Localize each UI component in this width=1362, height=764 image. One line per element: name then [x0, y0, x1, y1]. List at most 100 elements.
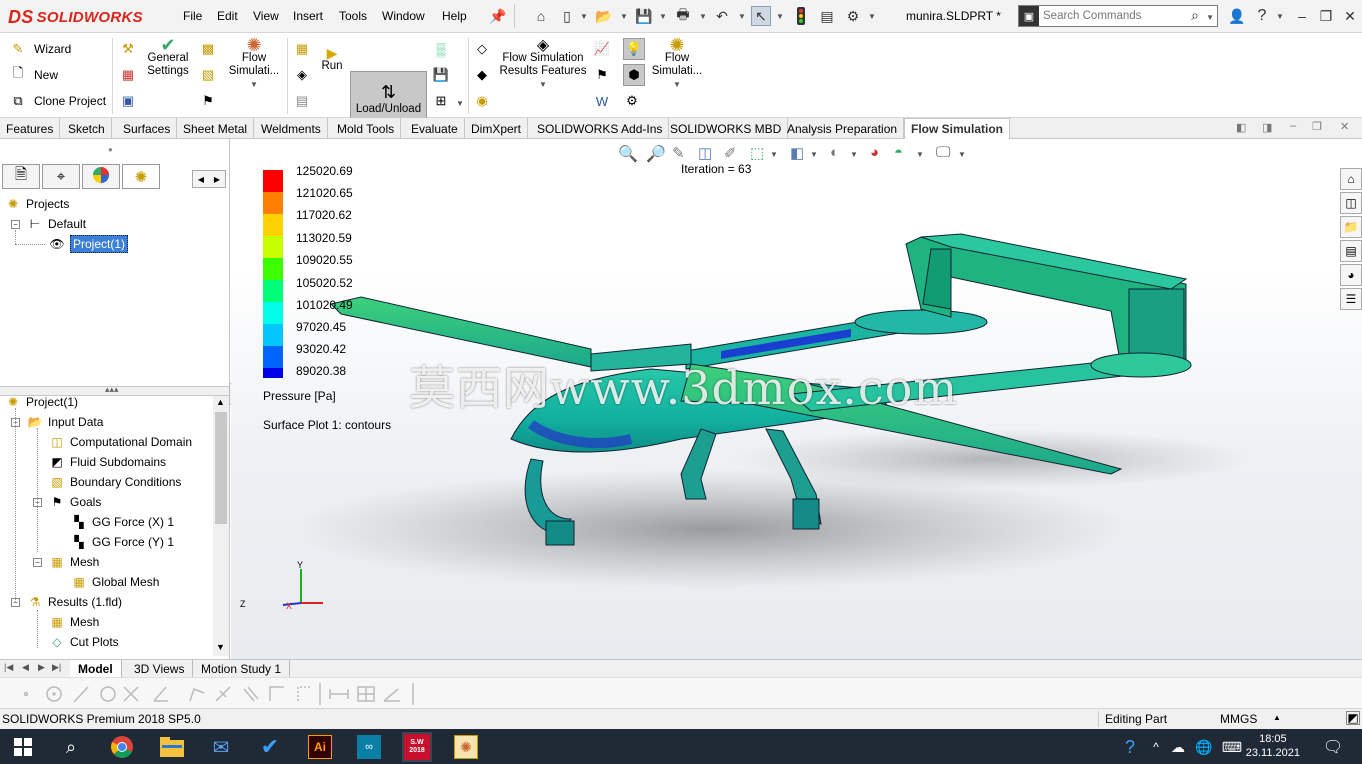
tab-flow-simulation[interactable]: Flow Simulation	[904, 118, 1010, 139]
featuremanager-tab[interactable]: 🗎	[2, 164, 40, 189]
unit-system[interactable]: MMGS	[1220, 712, 1257, 726]
tree-mesh[interactable]: ▦ Mesh	[49, 552, 99, 572]
doc-minimize-icon[interactable]: –	[1290, 120, 1296, 132]
tab-model[interactable]: Model	[70, 660, 122, 677]
mail-icon[interactable]: ✉	[206, 732, 236, 762]
menu-window[interactable]: Window	[382, 9, 425, 23]
clone-project-button[interactable]: ⧉ Clone Project	[10, 90, 106, 112]
previous-view-icon[interactable]: ✎	[672, 144, 685, 162]
general-settings-button[interactable]: ✔ General Settings	[143, 36, 193, 78]
scroll-left-icon[interactable]: ◀	[198, 175, 204, 184]
tab-surfaces[interactable]: Surfaces	[117, 118, 178, 139]
report-icon[interactable]: W	[593, 92, 611, 110]
select-cursor-icon[interactable]: ↖	[751, 6, 771, 26]
scroll-right-icon[interactable]: ▶	[214, 175, 220, 184]
goal-flag-icon[interactable]: ⚑	[199, 92, 217, 110]
file-properties-icon[interactable]: ▤	[817, 6, 837, 26]
user-icon[interactable]: 👤	[1227, 6, 1247, 26]
tab-last-icon[interactable]: ▶|	[52, 662, 61, 673]
minimize-icon[interactable]: –	[1292, 6, 1312, 26]
lightbulb-icon[interactable]: 💡	[623, 38, 645, 60]
doc-restore-icon[interactable]: ❐	[1312, 120, 1322, 133]
windows-start-icon[interactable]	[8, 732, 38, 762]
flow-simulation-menu-button[interactable]: ✺ Flow Simulati... ▼	[226, 36, 282, 91]
zoom-to-fit-icon[interactable]: 🔍	[618, 144, 638, 164]
file-explorer-icon[interactable]: 📁	[1340, 216, 1362, 238]
appearances-icon[interactable]: ◕	[1340, 264, 1362, 286]
tools-icon[interactable]: ⚒	[119, 40, 137, 58]
pane-right-icon[interactable]: ◨	[1262, 121, 1272, 134]
tab-solidworks-add-ins[interactable]: SOLIDWORKS Add-Ins	[531, 118, 670, 139]
display-cube-icon[interactable]: ⬢	[623, 64, 645, 86]
tab-first-icon[interactable]: |◀	[4, 662, 13, 673]
default-config[interactable]: ⊢ Default	[27, 214, 86, 234]
component-icon[interactable]: ⚙	[623, 92, 641, 110]
new-project-button[interactable]: 🗋 New	[10, 64, 58, 86]
tree-gg-force-x[interactable]: ▚ GG Force (X) 1	[71, 512, 174, 532]
pane-left-icon[interactable]: ◧	[1236, 121, 1246, 134]
arduino-icon[interactable]: ∞	[354, 732, 384, 762]
feature-icon[interactable]: ◇	[473, 40, 491, 58]
batch-icon[interactable]: ▤	[293, 92, 311, 110]
custom-properties-icon[interactable]: ☰	[1340, 288, 1362, 310]
menu-help[interactable]: Help	[442, 9, 467, 23]
todo-check-icon[interactable]: ✔	[255, 732, 285, 762]
tab-dimxpert[interactable]: DimXpert	[465, 118, 529, 139]
search-commands-field[interactable]: ▣ Search Commands ⌕ ▼	[1018, 5, 1218, 27]
customize-icon[interactable]: ◩	[1346, 711, 1360, 725]
chevron-down-icon[interactable]: ▼	[810, 150, 818, 159]
restore-icon[interactable]: ❐	[1316, 6, 1336, 26]
tree-computational-domain[interactable]: ◫ Computational Domain	[49, 432, 192, 452]
menu-edit[interactable]: Edit	[217, 9, 238, 23]
system-clock[interactable]: 18:05 23.11.2021	[1246, 732, 1300, 760]
tree-cut-plots[interactable]: ◇ Cut Plots	[49, 632, 118, 652]
dynamic-annotation-icon[interactable]: ✐	[724, 144, 737, 162]
chevron-down-icon[interactable]: ▼	[770, 150, 778, 159]
chevron-down-icon[interactable]: ▼	[916, 150, 924, 159]
chevron-down-icon[interactable]: ▼	[1206, 13, 1214, 22]
design-library-icon[interactable]: ◫	[1340, 192, 1362, 214]
file-explorer-taskbar-icon[interactable]	[157, 732, 187, 762]
flow-simulation-taskbar-icon[interactable]: ✺	[451, 732, 481, 762]
run-button[interactable]: ▶ Run	[319, 46, 345, 73]
menu-insert[interactable]: Insert	[293, 9, 323, 23]
tree-results-mesh[interactable]: ▦ Mesh	[49, 612, 99, 632]
propertymanager-tab[interactable]: ⌖	[42, 164, 80, 189]
tree-global-mesh[interactable]: ▦ Global Mesh	[71, 572, 159, 592]
zoom-area-icon[interactable]: 🔎	[646, 144, 666, 164]
tab-scroll-arrows[interactable]: ◀ ▶	[192, 170, 226, 188]
view-palette-icon[interactable]: ▤	[1340, 240, 1362, 262]
domain-icon[interactable]: ▩	[199, 40, 217, 58]
chevron-down-icon[interactable]: ▼	[850, 150, 858, 159]
tab-sheet-metal[interactable]: Sheet Metal	[177, 118, 255, 139]
chart-icon[interactable]: 📈	[593, 40, 611, 58]
illustrator-icon[interactable]: Ai	[305, 732, 335, 762]
tab-3d-views[interactable]: 3D Views	[126, 660, 194, 677]
units-up-icon[interactable]: ▲	[1273, 713, 1281, 722]
projects-root[interactable]: ✺ Projects	[5, 194, 69, 214]
wizard-button[interactable]: ✎ Wizard	[10, 38, 72, 60]
network-globe-icon[interactable]: 🌐	[1189, 732, 1219, 762]
results-icon[interactable]: ▒	[432, 40, 450, 58]
display-style-icon[interactable]: ◧	[790, 144, 804, 162]
chevron-down-icon[interactable]: ▼	[620, 12, 628, 21]
pin-icon[interactable]: 📌	[488, 6, 508, 26]
chevron-down-icon[interactable]: ▼	[659, 12, 667, 21]
hide-show-icon[interactable]: ◐	[830, 144, 839, 161]
chevron-down-icon[interactable]: ▼	[699, 12, 707, 21]
tree-input-data[interactable]: 📂 Input Data	[27, 412, 104, 432]
menu-file[interactable]: File	[183, 9, 202, 23]
tree-boundary-conditions[interactable]: ▧ Boundary Conditions	[49, 472, 181, 492]
tab-sketch[interactable]: Sketch	[62, 118, 112, 139]
open-folder-icon[interactable]: 📂	[594, 6, 614, 26]
mesh-icon[interactable]: ▦	[293, 40, 311, 58]
tree-fluid-subdomains[interactable]: ◩ Fluid Subdomains	[49, 452, 166, 472]
print-icon[interactable]: 🖶	[673, 6, 693, 26]
view-settings-icon[interactable]: 🖵	[936, 144, 950, 161]
home-icon[interactable]: ⌂	[531, 6, 551, 26]
tree-goals[interactable]: ⚑ Goals	[49, 492, 102, 512]
pane-grip-icon[interactable]: ●	[108, 145, 113, 154]
particle-icon[interactable]: ◉	[473, 92, 491, 110]
solidworks-taskbar-icon[interactable]: S.W 2018	[402, 732, 432, 762]
section-view-icon[interactable]: ◫	[698, 144, 712, 162]
